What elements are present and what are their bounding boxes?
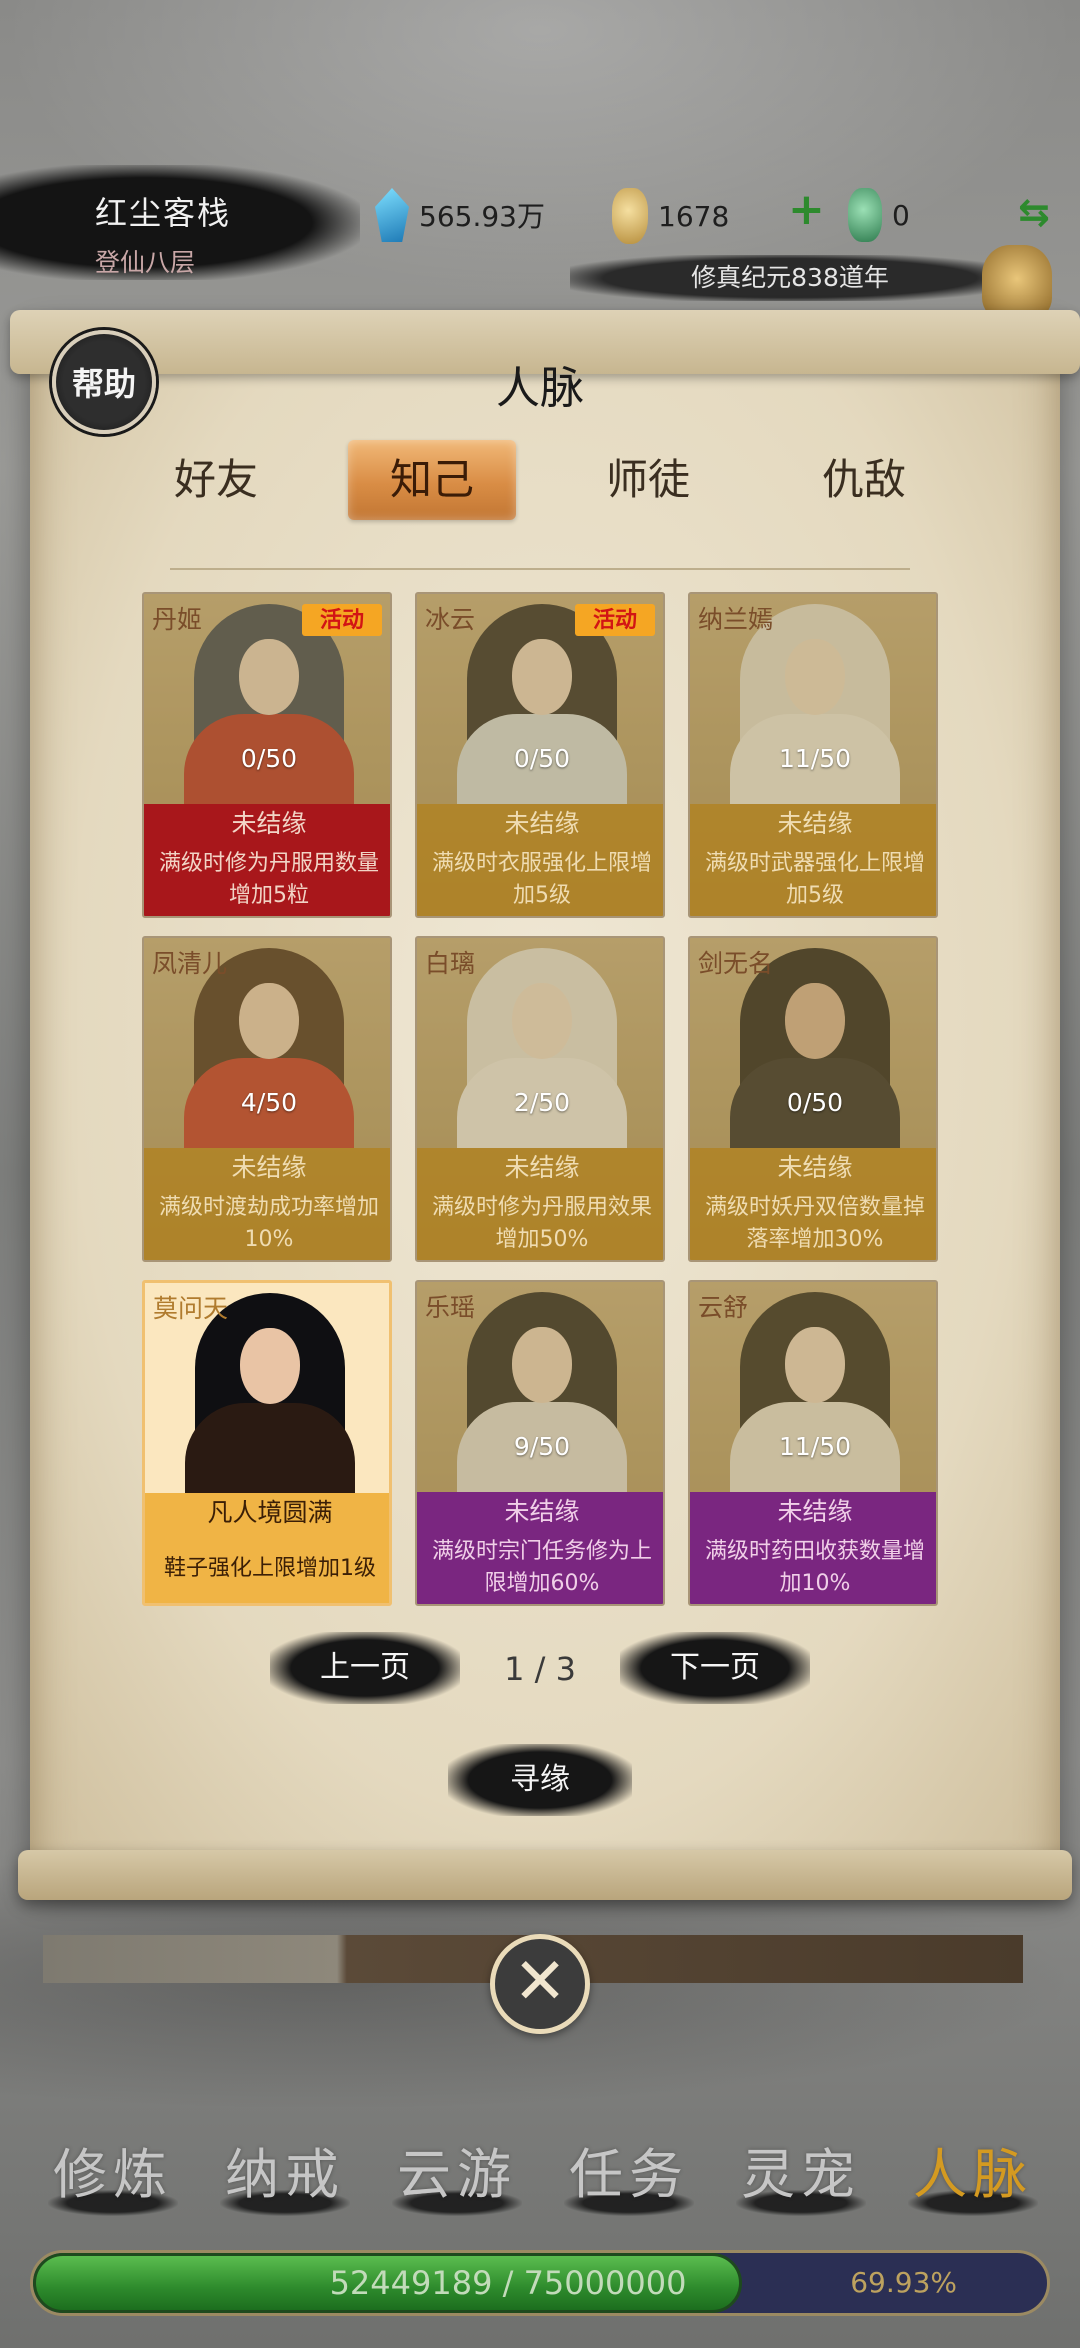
- affinity-progress: 11/50: [778, 744, 852, 773]
- panel-title: 人脉: [496, 363, 584, 414]
- affinity-progress: 0/50: [786, 1088, 844, 1117]
- gem-value: 565.93万: [419, 200, 545, 233]
- bond-status: 未结缘: [690, 1492, 936, 1532]
- jade-counter: 0: [848, 188, 910, 242]
- event-badge: 活动: [302, 604, 382, 636]
- nav-ring[interactable]: 纳戒: [210, 2130, 360, 2216]
- confidant-name: 凤清儿: [152, 949, 228, 978]
- close-button[interactable]: ✕: [490, 1934, 590, 2034]
- nav-pets[interactable]: 灵宠: [726, 2130, 876, 2216]
- tab-friends[interactable]: 好友: [132, 440, 300, 520]
- confidant-card[interactable]: 纳兰嫣 11/50 未结缘 满级时武器强化上限增加5级: [688, 592, 938, 918]
- confidant-name: 丹姬: [152, 605, 203, 634]
- confidant-name: 纳兰嫣: [698, 605, 774, 634]
- tab-divider: [170, 568, 910, 578]
- bond-bonus: 鞋子强化上限增加1级: [145, 1533, 389, 1603]
- progress-text: 52449189 / 75000000: [329, 2264, 687, 2302]
- cultivation-progress-bar: 52449189 / 75000000 69.93%: [30, 2250, 1050, 2316]
- coin-counter: 1678: [612, 188, 729, 244]
- confidant-card[interactable]: 云舒 11/50 未结缘 满级时药田收获数量增加10%: [688, 1280, 938, 1606]
- location-name[interactable]: 红尘客栈: [95, 188, 231, 234]
- bond-bonus: 满级时武器强化上限增加5级: [690, 844, 936, 916]
- affinity-progress: 0/50: [240, 744, 298, 773]
- bond-status: 凡人境圆满: [145, 1493, 389, 1533]
- nav-quests[interactable]: 任务: [554, 2130, 704, 2216]
- tab-confidants[interactable]: 知己: [348, 440, 516, 520]
- next-page-button[interactable]: 下一页: [620, 1632, 810, 1704]
- bond-status: 未结缘: [690, 1148, 936, 1188]
- nav-connections[interactable]: 人脉: [898, 2130, 1048, 2216]
- progress-percent: 69.93%: [850, 2266, 957, 2299]
- era-display: 修真纪元838道年: [570, 255, 1010, 301]
- bond-status: 未结缘: [144, 804, 390, 844]
- bond-bonus: 满级时渡劫成功率增加10%: [144, 1188, 390, 1260]
- confidant-name: 莫问天: [153, 1294, 229, 1323]
- bond-status: 未结缘: [690, 804, 936, 844]
- confidant-card[interactable]: 冰云 活动 0/50 未结缘 满级时衣服强化上限增加5级: [415, 592, 665, 918]
- prev-page-button[interactable]: 上一页: [270, 1632, 460, 1704]
- affinity-progress: 2/50: [513, 1088, 571, 1117]
- bond-status: 未结缘: [417, 1148, 663, 1188]
- bond-bonus: 满级时药田收获数量增加10%: [690, 1532, 936, 1604]
- event-badge: 活动: [575, 604, 655, 636]
- tab-master-disciple[interactable]: 师徒: [564, 440, 732, 520]
- nav-cultivate[interactable]: 修炼: [38, 2130, 188, 2216]
- affinity-progress: 11/50: [778, 1432, 852, 1461]
- confidant-card-unlocked[interactable]: 莫问天 凡人境圆满 鞋子强化上限增加1级: [142, 1280, 392, 1606]
- confidant-name: 乐瑶: [425, 1293, 476, 1322]
- confidant-name: 云舒: [698, 1293, 749, 1322]
- treasure-bag-icon[interactable]: [982, 245, 1052, 320]
- confidant-card[interactable]: 剑无名 0/50 未结缘 满级时妖丹双倍数量掉落率增加30%: [688, 936, 938, 1262]
- confidant-card[interactable]: 凤清儿 4/50 未结缘 满级时渡劫成功率增加10%: [142, 936, 392, 1262]
- bond-bonus: 满级时宗门任务修为上限增加60%: [417, 1532, 663, 1604]
- confidant-card[interactable]: 丹姬 活动 0/50 未结缘 满级时修为丹服用数量增加5粒: [142, 592, 392, 918]
- jade-icon: [848, 188, 882, 242]
- bond-bonus: 满级时修为丹服用数量增加5粒: [144, 844, 390, 916]
- bond-status: 未结缘: [417, 804, 663, 844]
- tab-enemies[interactable]: 仇敌: [780, 440, 948, 520]
- gem-counter: 565.93万: [375, 188, 545, 242]
- bond-bonus: 满级时衣服强化上限增加5级: [417, 844, 663, 916]
- confidant-name: 冰云: [425, 605, 476, 634]
- exchange-icon[interactable]: ⇆: [1018, 190, 1050, 234]
- confidant-name: 白璃: [425, 949, 476, 978]
- confidant-card[interactable]: 白璃 2/50 未结缘 满级时修为丹服用效果增加50%: [415, 936, 665, 1262]
- affinity-progress: 0/50: [513, 744, 571, 773]
- page-indicator: 1 / 3: [504, 1650, 576, 1688]
- add-currency-button[interactable]: +: [788, 188, 825, 232]
- bond-status: 未结缘: [144, 1148, 390, 1188]
- nav-travel[interactable]: 云游: [382, 2130, 532, 2216]
- coin-pouch-icon: [612, 188, 648, 244]
- jade-value: 0: [892, 198, 910, 232]
- seek-fate-button[interactable]: 寻缘: [448, 1744, 632, 1816]
- confidant-name: 剑无名: [698, 949, 774, 978]
- affinity-progress: 4/50: [240, 1088, 298, 1117]
- bond-status: 未结缘: [417, 1492, 663, 1532]
- bond-bonus: 满级时妖丹双倍数量掉落率增加30%: [690, 1188, 936, 1260]
- bond-bonus: 满级时修为丹服用效果增加50%: [417, 1188, 663, 1260]
- affinity-progress: 9/50: [513, 1432, 571, 1461]
- confidant-card[interactable]: 乐瑶 9/50 未结缘 满级时宗门任务修为上限增加60%: [415, 1280, 665, 1606]
- coin-value: 1678: [658, 199, 730, 233]
- spirit-stone-icon: [375, 188, 409, 242]
- realm-level: 登仙八层: [95, 248, 196, 277]
